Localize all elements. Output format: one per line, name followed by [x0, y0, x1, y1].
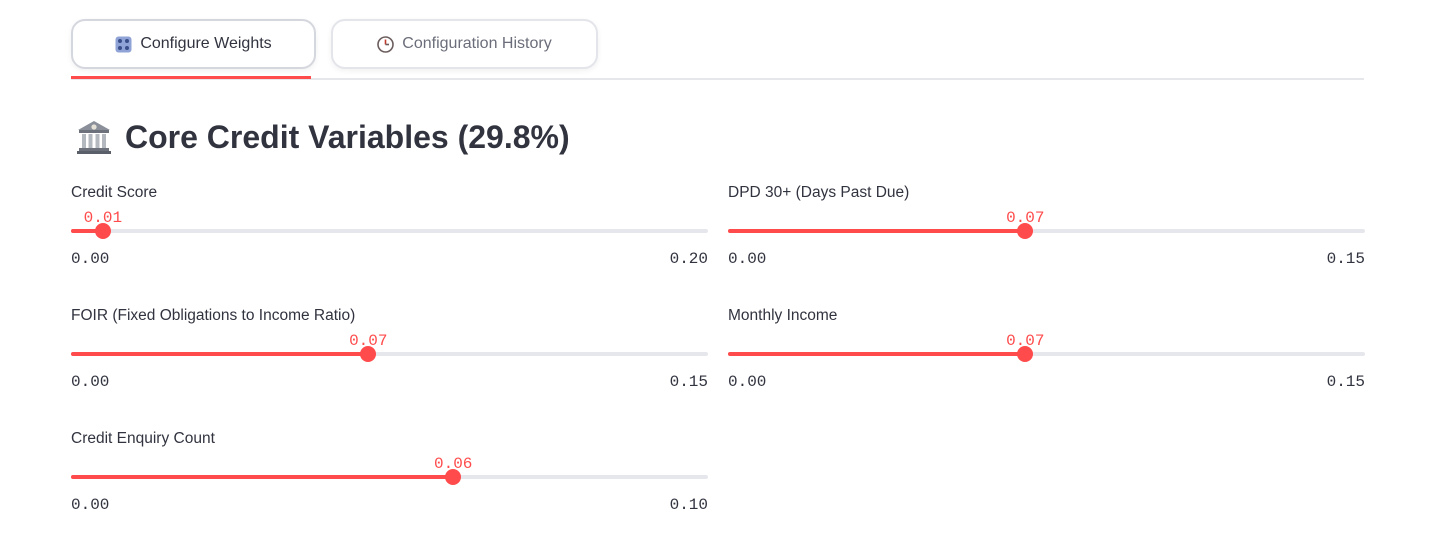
slider-label: DPD 30+ (Days Past Due): [728, 184, 910, 201]
slider-track[interactable]: [728, 346, 1365, 362]
slider-fill: [728, 352, 1026, 356]
slider-foir: FOIR (Fixed Obligations to Income Ratio)…: [71, 307, 708, 407]
slider-fill: [728, 229, 1026, 233]
section-heading: Core Credit Variables (29.8%): [75, 114, 570, 160]
slider-credit-score: Credit Score 0.01 0.00 0.20: [71, 184, 708, 284]
slider-track[interactable]: [728, 223, 1365, 239]
slider-max: 0.20: [669, 250, 708, 268]
tab-configuration-history[interactable]: Configuration History: [331, 19, 598, 69]
slider-max: 0.15: [1326, 373, 1365, 391]
active-tab-indicator: [71, 76, 311, 79]
control-knobs-icon: [115, 36, 132, 52]
slider-max: 0.15: [1326, 250, 1365, 268]
slider-max: 0.15: [669, 373, 708, 391]
slider-min: 0.00: [71, 373, 110, 391]
tab-label: Configure Weights: [140, 35, 272, 52]
clock-icon: [377, 35, 395, 53]
tab-configure-weights[interactable]: Configure Weights: [71, 19, 316, 69]
slider-fill: [71, 475, 454, 479]
tab-label: Configuration History: [402, 35, 552, 52]
slider-thumb[interactable]: [445, 469, 462, 485]
slider-dpd-30: DPD 30+ (Days Past Due) 0.07 0.00 0.15: [728, 184, 1365, 284]
tab-bar: Configure Weights Configuration History: [71, 19, 1364, 80]
slider-min: 0.00: [71, 496, 110, 514]
slider-label: FOIR (Fixed Obligations to Income Ratio): [71, 307, 356, 324]
slider-track[interactable]: [71, 346, 708, 362]
slider-min: 0.00: [728, 373, 767, 391]
slider-max: 0.10: [669, 496, 708, 514]
slider-label: Credit Score: [71, 184, 158, 201]
section-title: Core Credit Variables (29.8%): [125, 118, 570, 155]
slider-monthly-income: Monthly Income 0.07 0.00 0.15: [728, 307, 1365, 407]
slider-credit-enquiry-count: Credit Enquiry Count 0.06 0.00 0.10: [71, 430, 708, 530]
slider-thumb[interactable]: [1017, 223, 1034, 239]
slider-track[interactable]: [71, 469, 708, 485]
slider-fill: [71, 352, 369, 356]
slider-min: 0.00: [728, 250, 767, 268]
slider-label: Monthly Income: [728, 307, 838, 324]
slider-thumb[interactable]: [1017, 346, 1034, 362]
slider-label: Credit Enquiry Count: [71, 430, 215, 447]
slider-thumb[interactable]: [360, 346, 377, 362]
slider-track[interactable]: [71, 223, 708, 239]
slider-thumb[interactable]: [94, 223, 111, 239]
bank-icon: [77, 121, 111, 154]
slider-min: 0.00: [71, 250, 110, 268]
